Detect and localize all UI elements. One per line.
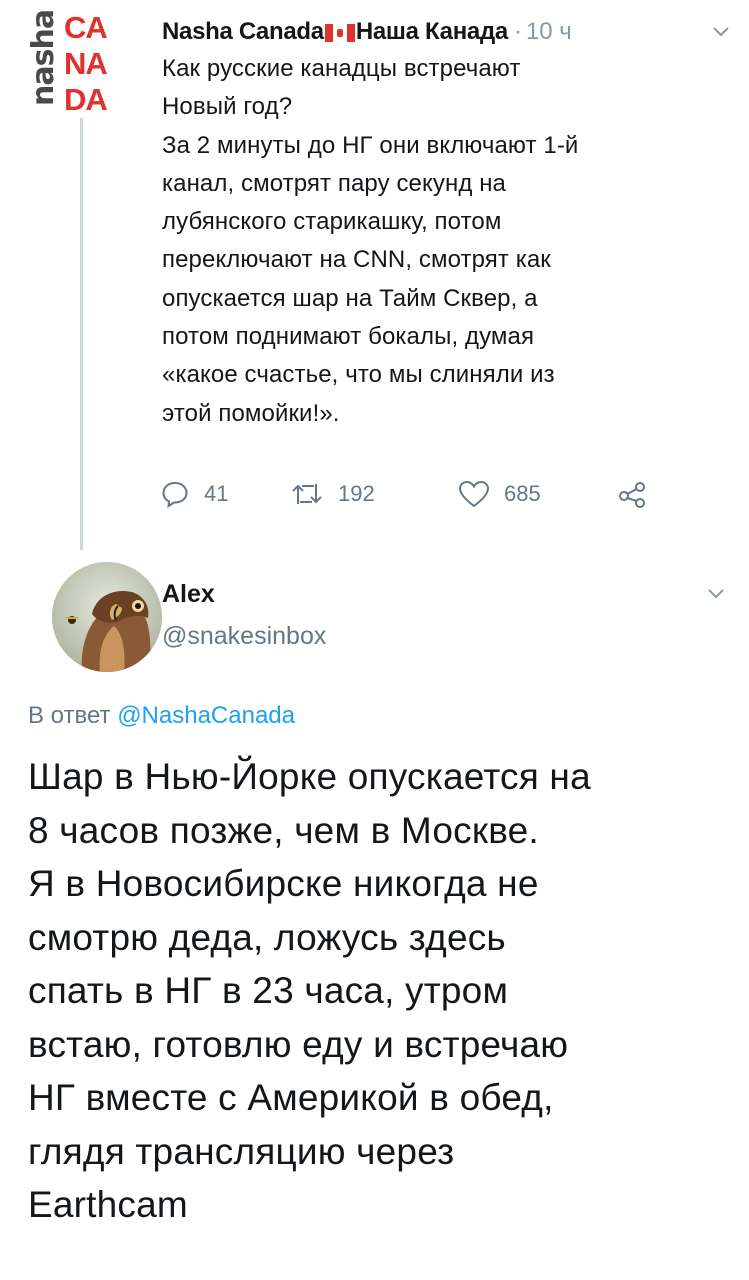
- heart-icon: [458, 480, 490, 508]
- tweet1-author-name[interactable]: Nasha Canada Наша Канада: [162, 18, 508, 46]
- tweet1-timestamp[interactable]: 10 ч: [526, 18, 572, 46]
- chevron-down-icon[interactable]: [709, 20, 733, 44]
- tweet1-action-bar: 41 192 685: [160, 472, 660, 516]
- header-separator: ·: [513, 18, 522, 45]
- chevron-down-icon[interactable]: [704, 582, 728, 606]
- nasha-canada-avatar-logo[interactable]: nasha CA NA DA: [18, 8, 128, 117]
- tweet2-text: Шар в Нью-Йорке опускается на 8 часов по…: [28, 756, 591, 1225]
- reply-icon: [160, 479, 190, 509]
- canada-flag-icon: [324, 23, 355, 42]
- tweet1-text: Как русские канадцы встречают Новый год?…: [162, 55, 579, 427]
- thread-connector-line: [80, 118, 83, 550]
- retweet-count: 192: [338, 481, 375, 506]
- tweet1-header: Nasha Canada Наша Канада · 10 ч: [162, 14, 733, 50]
- reply-prefix: В ответ: [28, 702, 111, 729]
- like-count: 685: [504, 481, 541, 506]
- share-icon: [618, 479, 648, 509]
- retweet-icon: [290, 480, 324, 508]
- reply-mention-link[interactable]: @NashaCanada: [117, 702, 295, 729]
- logo-vertical-text: nasha: [26, 9, 61, 106]
- reply-count: 41: [204, 481, 229, 506]
- tweet2-author-handle[interactable]: @snakesinbox: [162, 622, 326, 651]
- replying-to-line: В ответ @NashaCanada: [28, 702, 295, 730]
- retweet-button[interactable]: 192: [290, 480, 458, 508]
- reply-button[interactable]: 41: [160, 479, 290, 509]
- tweet2-author-name[interactable]: Alex: [162, 580, 215, 609]
- like-button[interactable]: 685: [458, 480, 618, 508]
- share-button[interactable]: [618, 479, 648, 509]
- hawk-avatar-image: [52, 562, 162, 672]
- avatar[interactable]: [52, 562, 162, 672]
- logo-canada-text: CA NA DA: [64, 10, 108, 117]
